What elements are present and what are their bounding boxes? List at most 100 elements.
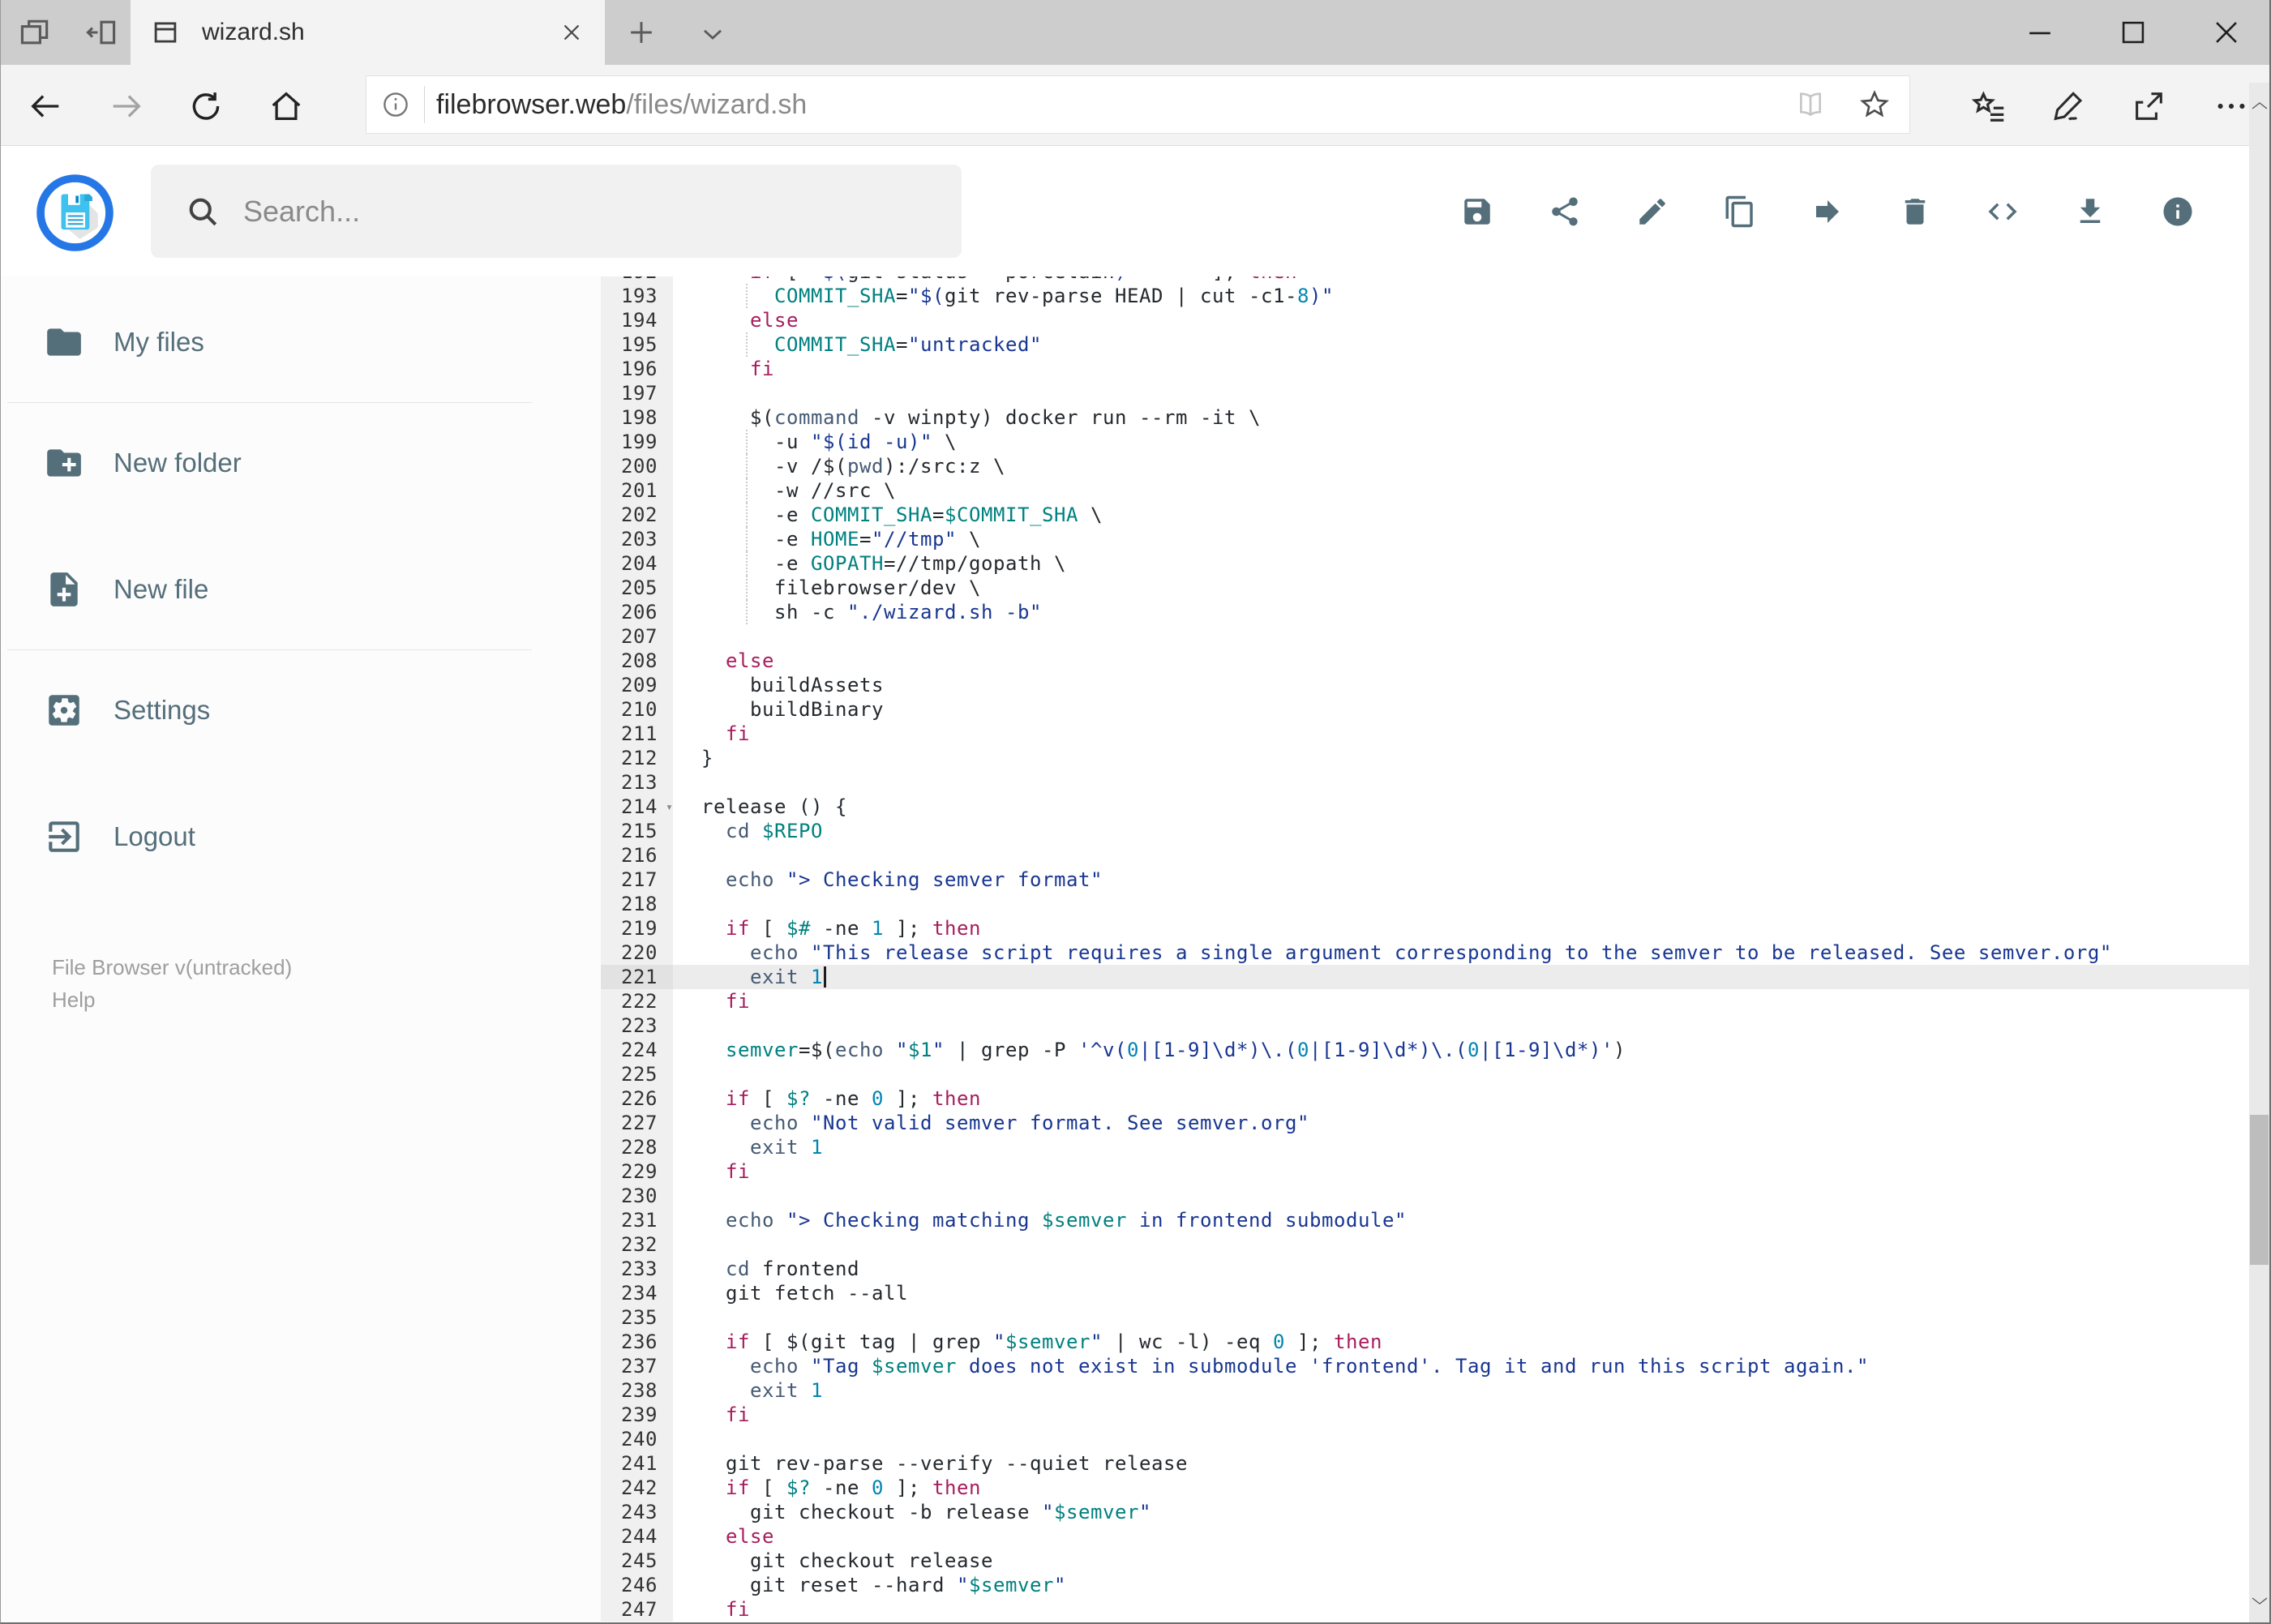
maximize-button[interactable] bbox=[2115, 15, 2151, 50]
line-number[interactable]: 219 bbox=[601, 916, 673, 941]
code-editor[interactable]: 192 if [ "$(git status --porcelain)" = "… bbox=[601, 276, 2252, 1622]
favorites-hub-icon[interactable] bbox=[1971, 88, 2008, 125]
info-button[interactable] bbox=[2161, 195, 2195, 229]
line-number[interactable]: 198 bbox=[601, 405, 673, 430]
code-line[interactable]: 238 exit 1 bbox=[601, 1378, 2252, 1403]
back-icon[interactable] bbox=[27, 88, 64, 125]
code-line[interactable]: 217 echo "> Checking semver format" bbox=[601, 868, 2252, 892]
line-number[interactable]: 196 bbox=[601, 357, 673, 381]
line-number[interactable]: 242 bbox=[601, 1476, 673, 1500]
code-line[interactable]: 202 -e COMMIT_SHA=$COMMIT_SHA \ bbox=[601, 503, 2252, 527]
code-line[interactable]: 242 if [ $? -ne 0 ]; then bbox=[601, 1476, 2252, 1500]
line-number[interactable]: 193 bbox=[601, 284, 673, 308]
delete-button[interactable] bbox=[1898, 195, 1932, 229]
share-button[interactable] bbox=[1548, 195, 1582, 229]
code-line[interactable]: 245 git checkout release bbox=[601, 1549, 2252, 1573]
line-number[interactable]: 243 bbox=[601, 1500, 673, 1524]
tab-close-icon[interactable] bbox=[558, 19, 585, 46]
line-number[interactable]: 201 bbox=[601, 478, 673, 503]
page-scrollbar[interactable] bbox=[2249, 83, 2269, 1622]
new-tab-icon[interactable] bbox=[623, 15, 659, 50]
code-line[interactable]: 232 bbox=[601, 1232, 2252, 1257]
line-number[interactable]: 200 bbox=[601, 454, 673, 478]
line-number[interactable]: 213 bbox=[601, 770, 673, 795]
more-options-icon[interactable] bbox=[2213, 88, 2250, 125]
line-number[interactable]: 223 bbox=[601, 1013, 673, 1038]
copy-button[interactable] bbox=[1723, 195, 1757, 229]
refresh-icon[interactable] bbox=[187, 88, 225, 125]
code-line[interactable]: 219 if [ $# -ne 1 ]; then bbox=[601, 916, 2252, 941]
line-number[interactable]: 195 bbox=[601, 332, 673, 357]
add-favorite-star-icon[interactable] bbox=[1858, 88, 1892, 122]
move-button[interactable] bbox=[1810, 195, 1845, 229]
minimize-button[interactable] bbox=[2022, 15, 2058, 50]
close-button[interactable] bbox=[2209, 15, 2244, 50]
code-line[interactable]: 237 echo "Tag $semver does not exist in … bbox=[601, 1354, 2252, 1378]
code-line[interactable]: 224 semver=$(echo "$1" | grep -P '^v(0|[… bbox=[601, 1038, 2252, 1062]
code-line[interactable]: 198 $(command -v winpty) docker run --rm… bbox=[601, 405, 2252, 430]
scrollbar-thumb[interactable] bbox=[2250, 1115, 2269, 1265]
code-line[interactable]: 210 buildBinary bbox=[601, 697, 2252, 722]
line-number[interactable]: 192 bbox=[601, 276, 673, 284]
line-number[interactable]: 233 bbox=[601, 1257, 673, 1281]
code-line[interactable]: 239 fi bbox=[601, 1403, 2252, 1427]
line-number[interactable]: 220 bbox=[601, 941, 673, 965]
help-link[interactable]: Help bbox=[52, 983, 601, 1016]
line-number[interactable]: 244 bbox=[601, 1524, 673, 1549]
code-line[interactable]: 206 sh -c "./wizard.sh -b" bbox=[601, 600, 2252, 624]
code-line[interactable]: 213 bbox=[601, 770, 2252, 795]
code-line[interactable]: 205 filebrowser/dev \ bbox=[601, 576, 2252, 600]
line-number[interactable]: 234 bbox=[601, 1281, 673, 1305]
line-number[interactable]: 221 bbox=[601, 965, 673, 989]
code-line[interactable]: 200 -v /$(pwd):/src:z \ bbox=[601, 454, 2252, 478]
line-number[interactable]: 209 bbox=[601, 673, 673, 697]
line-number[interactable]: 226 bbox=[601, 1086, 673, 1111]
code-line[interactable]: 193 COMMIT_SHA="$(git rev-parse HEAD | c… bbox=[601, 284, 2252, 308]
set-tabs-aside-icon[interactable] bbox=[84, 15, 119, 50]
code-line[interactable]: 231 echo "> Checking matching $semver in… bbox=[601, 1208, 2252, 1232]
line-number[interactable]: 237 bbox=[601, 1354, 673, 1378]
code-line[interactable]: 233 cd frontend bbox=[601, 1257, 2252, 1281]
code-line[interactable]: 220 echo "This release script requires a… bbox=[601, 941, 2252, 965]
code-line[interactable]: 244 else bbox=[601, 1524, 2252, 1549]
line-number[interactable]: 194 bbox=[601, 308, 673, 332]
download-button[interactable] bbox=[2073, 195, 2107, 229]
code-line[interactable]: 196 fi bbox=[601, 357, 2252, 381]
code-line[interactable]: 241 git rev-parse --verify --quiet relea… bbox=[601, 1451, 2252, 1476]
code-line[interactable]: 215 cd $REPO bbox=[601, 819, 2252, 843]
code-line[interactable]: 243 git checkout -b release "$semver" bbox=[601, 1500, 2252, 1524]
sidebar-item-settings[interactable]: Settings bbox=[1, 677, 601, 743]
code-line[interactable]: 216 bbox=[601, 843, 2252, 868]
code-line[interactable]: 225 bbox=[601, 1062, 2252, 1086]
line-number[interactable]: 212 bbox=[601, 746, 673, 770]
code-line[interactable]: 229 fi bbox=[601, 1159, 2252, 1184]
raw-code-button[interactable] bbox=[1986, 195, 2020, 229]
browser-tab-wizard-sh[interactable]: wizard.sh bbox=[131, 0, 605, 65]
forward-icon[interactable] bbox=[108, 88, 145, 125]
line-number[interactable]: 214 ▾ bbox=[601, 795, 673, 819]
save-button[interactable] bbox=[1460, 195, 1494, 229]
line-number[interactable]: 207 bbox=[601, 624, 673, 649]
share-icon[interactable] bbox=[2130, 88, 2167, 125]
code-line[interactable]: 197 bbox=[601, 381, 2252, 405]
url-text[interactable]: filebrowser.web/files/wizard.sh bbox=[436, 89, 1794, 121]
line-number[interactable]: 199 bbox=[601, 430, 673, 454]
scroll-up-icon[interactable] bbox=[2249, 89, 2269, 122]
line-number[interactable]: 211 bbox=[601, 722, 673, 746]
tab-preview-icon[interactable] bbox=[17, 15, 53, 50]
code-line[interactable]: 211 fi bbox=[601, 722, 2252, 746]
code-line[interactable]: 226 if [ $? -ne 0 ]; then bbox=[601, 1086, 2252, 1111]
line-number[interactable]: 215 bbox=[601, 819, 673, 843]
line-number[interactable]: 222 bbox=[601, 989, 673, 1013]
line-number[interactable]: 236 bbox=[601, 1330, 673, 1354]
site-info-icon[interactable] bbox=[380, 89, 411, 120]
line-number[interactable]: 239 bbox=[601, 1403, 673, 1427]
line-number[interactable]: 206 bbox=[601, 600, 673, 624]
fold-arrow-icon[interactable]: ▾ bbox=[666, 795, 673, 819]
code-line[interactable]: 214 ▾ release () { bbox=[601, 795, 2252, 819]
code-line[interactable]: 221 exit 1 bbox=[601, 965, 2252, 989]
edit-button[interactable] bbox=[1635, 195, 1669, 229]
tab-dropdown-icon[interactable] bbox=[696, 18, 729, 50]
line-number[interactable]: 245 bbox=[601, 1549, 673, 1573]
line-number[interactable]: 218 bbox=[601, 892, 673, 916]
